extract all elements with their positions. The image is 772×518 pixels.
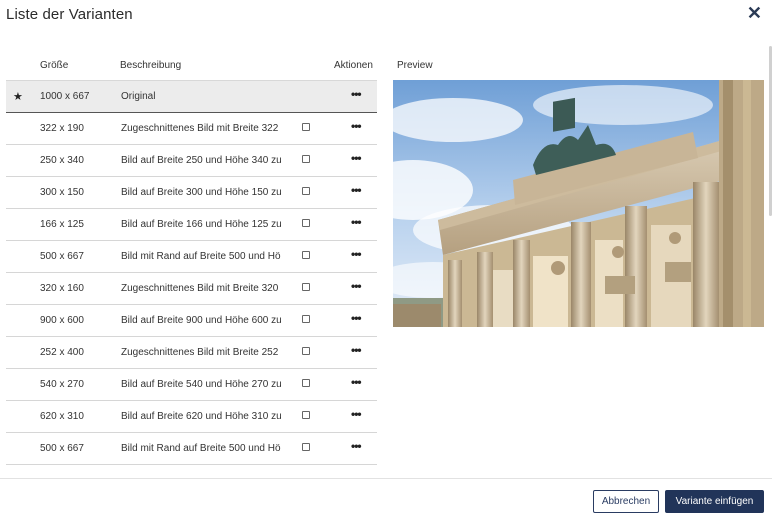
- variant-size: 500 x 667: [40, 443, 84, 454]
- variant-description: Bild auf Breite 250 und Höhe 340 zu: [121, 155, 282, 166]
- more-actions-icon[interactable]: •••: [351, 87, 362, 101]
- cancel-button[interactable]: Abbrechen: [593, 490, 659, 513]
- variant-checkbox[interactable]: [302, 315, 310, 323]
- variant-description: Bild auf Breite 166 und Höhe 125 zu: [121, 219, 282, 230]
- close-icon[interactable]: ✕: [747, 3, 762, 23]
- star-icon: ★: [13, 91, 23, 103]
- table-row[interactable]: 620 x 310 Bild auf Breite 620 und Höhe 31…: [6, 401, 377, 433]
- variant-size: 1000 x 667: [40, 91, 90, 102]
- footer-divider: [0, 478, 772, 479]
- more-actions-icon[interactable]: •••: [351, 439, 362, 453]
- more-actions-icon[interactable]: •••: [351, 311, 362, 325]
- preview-label: Preview: [397, 60, 433, 71]
- more-actions-icon[interactable]: •••: [351, 343, 362, 357]
- dialog-title: Liste der Varianten: [6, 6, 133, 23]
- table-header: Größe Beschreibung Aktionen: [6, 58, 377, 80]
- variant-size: 322 x 190: [40, 123, 84, 134]
- table-row[interactable]: 900 x 600 Bild auf Breite 900 und Höhe 60…: [6, 305, 377, 337]
- variant-size: 500 x 667: [40, 251, 84, 262]
- variant-size: 300 x 150: [40, 187, 84, 198]
- variant-description: Bild auf Breite 620 und Höhe 310 zu: [121, 411, 282, 422]
- variant-checkbox[interactable]: [302, 411, 310, 419]
- more-actions-icon[interactable]: •••: [351, 407, 362, 421]
- insert-variant-button[interactable]: Variante einfügen: [665, 490, 764, 513]
- table-row[interactable]: 500 x 667 Bild mit Rand auf Breite 500 un…: [6, 241, 377, 273]
- more-actions-icon[interactable]: •••: [351, 151, 362, 165]
- variant-size: 620 x 310: [40, 411, 84, 422]
- variant-checkbox[interactable]: [302, 443, 310, 451]
- variant-size: 166 x 125: [40, 219, 84, 230]
- variant-size: 320 x 160: [40, 283, 84, 294]
- variant-size: 900 x 600: [40, 315, 84, 326]
- preview-image: [393, 80, 764, 327]
- variant-description: Bild mit Rand auf Breite 500 und Hö: [121, 443, 281, 454]
- table-row[interactable]: 500 x 667 Bild mit Rand auf Breite 500 un…: [6, 433, 377, 465]
- variant-list[interactable]: ★ 1000 x 667 Original ••• 322 x 190 Zugeschni…: [6, 80, 377, 466]
- variant-description: Original: [121, 91, 156, 102]
- variant-checkbox[interactable]: [302, 347, 310, 355]
- more-actions-icon[interactable]: •••: [351, 183, 362, 197]
- more-actions-icon[interactable]: •••: [351, 279, 362, 293]
- variant-checkbox[interactable]: [302, 251, 310, 259]
- table-row[interactable]: 166 x 125 Bild auf Breite 166 und Höhe 12…: [6, 209, 377, 241]
- table-row[interactable]: ★ 1000 x 667 Original •••: [6, 81, 377, 113]
- more-actions-icon[interactable]: •••: [351, 247, 362, 261]
- variant-description: Bild mit Rand auf Breite 500 und Hö: [121, 251, 281, 262]
- table-row[interactable]: 252 x 400 Zugeschnittenes Bild mit Breite…: [6, 337, 377, 369]
- variant-size: 250 x 340: [40, 155, 84, 166]
- variant-checkbox[interactable]: [302, 379, 310, 387]
- variant-size: 252 x 400: [40, 347, 84, 358]
- more-actions-icon[interactable]: •••: [351, 215, 362, 229]
- header-size: Größe: [40, 60, 69, 71]
- variant-description: Zugeschnittenes Bild mit Breite 322: [121, 123, 279, 134]
- variant-description: Bild auf Breite 540 und Höhe 270 zu: [121, 379, 282, 390]
- more-actions-icon[interactable]: •••: [351, 375, 362, 389]
- variant-description: Zugeschnittenes Bild mit Breite 252: [121, 347, 279, 358]
- variant-size: 540 x 270: [40, 379, 84, 390]
- header-actions: Aktionen: [334, 60, 373, 71]
- table-row[interactable]: 300 x 150 Bild auf Breite 300 und Höhe 15…: [6, 177, 377, 209]
- variant-checkbox[interactable]: [302, 283, 310, 291]
- table-row[interactable]: 540 x 270 Bild auf Breite 540 und Höhe 27…: [6, 369, 377, 401]
- variant-checkbox[interactable]: [302, 187, 310, 195]
- variant-description: Zugeschnittenes Bild mit Breite 320: [121, 283, 279, 294]
- variant-checkbox[interactable]: [302, 219, 310, 227]
- variant-description: Bild auf Breite 300 und Höhe 150 zu: [121, 187, 282, 198]
- variant-description: Bild auf Breite 900 und Höhe 600 zu: [121, 315, 282, 326]
- more-actions-icon[interactable]: •••: [351, 119, 362, 133]
- variant-checkbox[interactable]: [302, 123, 310, 131]
- table-row[interactable]: 320 x 160 Zugeschnittenes Bild mit Breite…: [6, 273, 377, 305]
- table-row[interactable]: 322 x 190 Zugeschnittenes Bild mit Breite…: [6, 113, 377, 145]
- variant-checkbox[interactable]: [302, 155, 310, 163]
- table-row[interactable]: 250 x 340 Bild auf Breite 250 und Höhe 34…: [6, 145, 377, 177]
- header-description: Beschreibung: [120, 60, 182, 71]
